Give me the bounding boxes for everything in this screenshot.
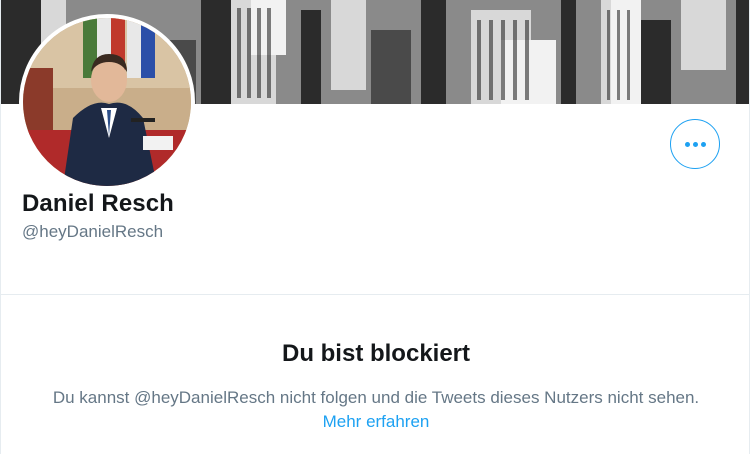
more-horizontal-icon: [684, 141, 706, 147]
profile-handle: @heyDanielResch: [22, 222, 164, 241]
section-divider: [1, 294, 749, 295]
more-options-button[interactable]: [670, 119, 720, 169]
profile-avatar[interactable]: [19, 14, 195, 190]
profile-display-name: Daniel Resch: [22, 190, 174, 217]
blocked-message-text: Du kannst @heyDanielResch nicht folgen u…: [52, 388, 700, 407]
learn-more-link[interactable]: Mehr erfahren: [323, 412, 430, 431]
blocked-message: Du kannst @heyDanielResch nicht folgen u…: [46, 386, 706, 434]
profile-page: Daniel Resch @heyDanielResch Du bist blo…: [0, 0, 750, 454]
blocked-notice: Du bist blockiert Du kannst @heyDanielRe…: [1, 340, 749, 434]
profile-photo: [23, 18, 191, 186]
blocked-title: Du bist blockiert: [281, 340, 471, 367]
